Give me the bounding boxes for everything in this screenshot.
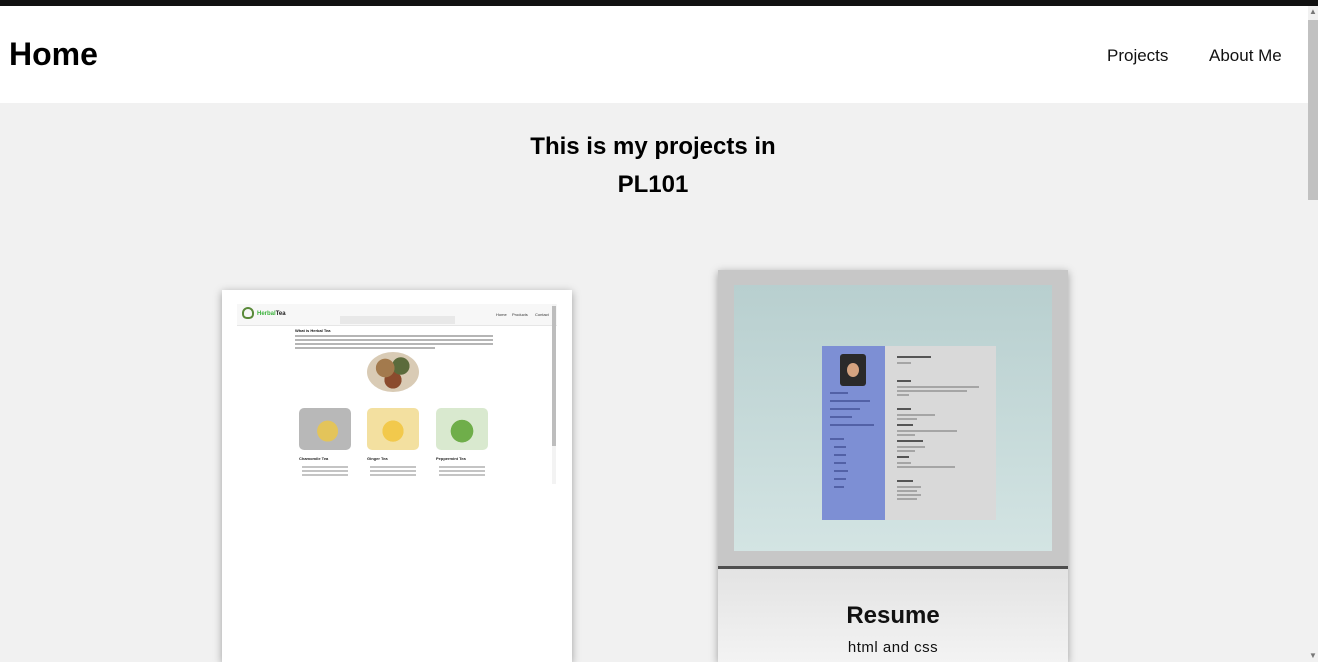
resume-main-line <box>897 390 967 392</box>
mini-text-line <box>302 466 348 468</box>
page-scrollbar[interactable]: ▲ ▼ <box>1308 6 1318 662</box>
project-card-resume[interactable]: Resume html and css <box>718 270 1068 662</box>
mini-scrollbar-thumb <box>552 306 556 446</box>
resume-side-line <box>834 470 848 472</box>
mini-text-line <box>370 474 416 476</box>
mini-text-line <box>295 339 493 341</box>
resume-side-line <box>830 416 852 418</box>
resume-main-line <box>897 446 925 448</box>
mini-nav-products: Products <box>512 312 528 317</box>
resume-side-line <box>830 424 874 426</box>
resume-screenshot <box>718 270 1068 566</box>
resume-main-line <box>897 494 921 496</box>
resume-side-line <box>830 400 870 402</box>
resume-main-line <box>897 362 911 364</box>
ginger-tea-image <box>367 408 419 450</box>
site-header: Home Projects About Me <box>0 6 1308 103</box>
resume-side-line <box>834 462 846 464</box>
mini-text-line <box>439 474 485 476</box>
resume-main-heading-line <box>897 456 909 458</box>
resume-side-line <box>830 438 844 440</box>
resume-main-line <box>897 498 917 500</box>
chamomile-tea-image <box>299 408 351 450</box>
resume-side-line <box>834 486 844 488</box>
mini-text-line <box>295 343 493 345</box>
face-icon <box>847 363 859 377</box>
resume-page-image <box>822 346 996 520</box>
projects-heading-line1: This is my projects in <box>530 133 776 160</box>
nav-link-about-me[interactable]: About Me <box>1209 46 1282 66</box>
resume-main-line <box>897 466 955 468</box>
resume-main-line <box>897 490 917 492</box>
project-card-herbal-tea[interactable]: HerbalTea Home Products Contact What is … <box>222 290 572 662</box>
mini-text-line <box>439 470 485 472</box>
resume-main-heading-line <box>897 440 923 442</box>
resume-sidebar <box>822 346 885 520</box>
mini-text-line <box>302 474 348 476</box>
mini-logo-suffix: Tea <box>275 311 286 317</box>
chamomile-tea-label: Chamomile Tea <box>299 456 329 461</box>
mini-search-bar <box>340 316 455 324</box>
resume-screenshot-background <box>734 285 1052 551</box>
projects-heading: This is my projects in PL101 <box>430 128 876 204</box>
resume-main-heading-line <box>897 480 913 482</box>
project-name: Resume <box>846 602 940 629</box>
resume-main-line <box>897 430 957 432</box>
mini-heading: What is Herbal Tea <box>295 328 331 333</box>
project-tech: html and css <box>847 639 939 656</box>
resume-main-line <box>897 462 911 464</box>
mini-text-line <box>370 470 416 472</box>
nav-link-projects[interactable]: Projects <box>1107 46 1168 66</box>
resume-main-line <box>897 450 915 452</box>
resume-side-line <box>834 454 846 456</box>
resume-main-line <box>897 414 935 416</box>
mini-text-line <box>370 466 416 468</box>
resume-side-line <box>834 446 846 448</box>
resume-main-line <box>897 418 917 420</box>
tea-cup-logo-icon <box>242 307 254 319</box>
resume-photo <box>840 354 866 386</box>
resume-main-line <box>897 386 979 388</box>
mini-logo-text: HerbalTea <box>257 311 286 317</box>
ginger-tea-label: Ginger Tea <box>367 456 388 461</box>
mini-text-line <box>295 335 493 337</box>
mini-nav-contact: Contact <box>535 312 549 317</box>
scrollbar-thumb[interactable] <box>1308 20 1318 200</box>
mini-text-line <box>439 466 485 468</box>
scroll-down-arrow-icon[interactable]: ▼ <box>1309 652 1317 660</box>
projects-heading-line2: PL101 <box>617 171 689 198</box>
resume-side-line <box>830 408 860 410</box>
mini-logo-prefix: Herbal <box>257 311 276 317</box>
resume-main-line <box>897 486 921 488</box>
resume-side-line <box>830 392 848 394</box>
resume-main-heading-line <box>897 408 911 410</box>
resume-main-line <box>897 394 909 396</box>
resume-main-heading-line <box>897 380 911 382</box>
page-title[interactable]: Home <box>9 36 98 73</box>
mini-scrollbar <box>552 304 556 484</box>
tea-bowls-image <box>367 352 419 392</box>
mini-text-line <box>295 347 435 349</box>
resume-main-heading-line <box>897 424 913 426</box>
resume-main-line <box>897 434 915 436</box>
peppermint-tea-image <box>436 408 488 450</box>
resume-main-heading-line <box>897 356 931 358</box>
resume-main <box>885 346 996 520</box>
mini-text-line <box>302 470 348 472</box>
herbal-tea-screenshot: HerbalTea Home Products Contact What is … <box>237 304 557 484</box>
scroll-up-arrow-icon[interactable]: ▲ <box>1309 8 1317 16</box>
resume-side-line <box>834 478 846 480</box>
mini-nav-home: Home <box>496 312 507 317</box>
peppermint-tea-label: Peppermint Tea <box>436 456 466 461</box>
